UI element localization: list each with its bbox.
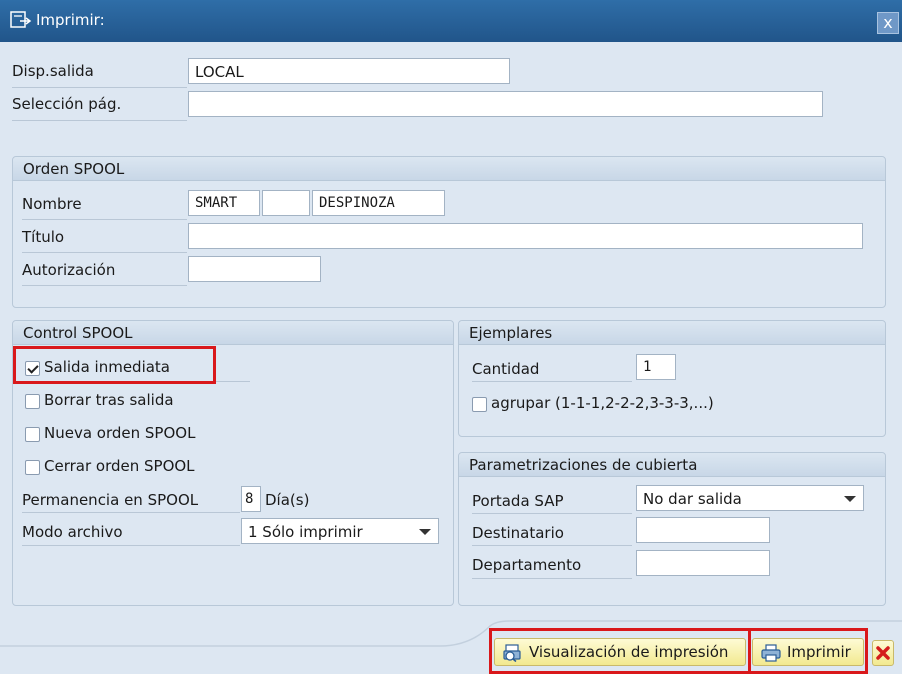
authorization-label: Autorización (22, 261, 116, 279)
output-device-label: Disp.salida (12, 62, 94, 80)
retention-unit-label: Día(s) (265, 491, 310, 509)
label-underline (22, 545, 240, 546)
label-underline (22, 219, 187, 220)
highlight-box-print-preview (489, 628, 751, 674)
quantity-input[interactable]: 1 (636, 354, 676, 380)
close-icon: x (883, 13, 893, 32)
label-underline (472, 545, 632, 546)
new-spool-request-checkbox[interactable] (25, 427, 40, 442)
department-input[interactable] (636, 550, 770, 576)
group-copies-label: agrupar (1-1-1,2-2-2,3-3-3,...) (491, 394, 714, 412)
label-underline (472, 381, 632, 382)
highlight-box-print (748, 628, 868, 674)
archive-mode-value: 1 Sólo imprimir (248, 523, 363, 541)
close-spool-request-label: Cerrar orden SPOOL (44, 457, 195, 475)
label-underline (472, 578, 632, 579)
highlight-box-immediate-output (13, 346, 216, 384)
name-label: Nombre (22, 195, 82, 213)
spool-control-header: Control SPOOL (13, 321, 453, 345)
close-window-button[interactable]: x (877, 12, 899, 34)
label-underline (22, 512, 240, 513)
retention-label: Permanencia en SPOOL (22, 491, 199, 509)
window-title: Imprimir: (36, 11, 105, 29)
print-dialog-icon (10, 11, 32, 28)
recipient-label: Destinatario (472, 524, 564, 542)
cancel-icon (876, 646, 890, 660)
delete-after-output-label: Borrar tras salida (44, 391, 174, 409)
label-underline (12, 120, 187, 121)
delete-after-output-checkbox[interactable] (25, 394, 40, 409)
spool-request-header: Orden SPOOL (13, 157, 885, 181)
retention-days-input[interactable]: 8 (241, 486, 261, 512)
recipient-input[interactable] (636, 517, 770, 543)
close-spool-request-checkbox[interactable] (25, 460, 40, 475)
title-label: Título (22, 228, 65, 246)
group-copies-checkbox[interactable] (472, 397, 487, 412)
cancel-button[interactable] (872, 640, 894, 666)
archive-mode-dropdown[interactable]: 1 Sólo imprimir (241, 518, 439, 544)
page-selection-label: Selección pág. (12, 95, 122, 113)
output-device-input[interactable]: LOCAL (188, 58, 510, 84)
title-bar: Imprimir: x (0, 0, 902, 42)
chevron-down-icon (419, 529, 431, 535)
title-input[interactable] (188, 223, 863, 249)
page-selection-input[interactable] (188, 91, 823, 117)
label-underline (472, 513, 632, 514)
new-spool-request-label: Nueva orden SPOOL (44, 424, 196, 442)
chevron-down-icon (844, 496, 856, 502)
department-label: Departamento (472, 556, 582, 574)
label-underline (12, 87, 187, 88)
name-input-2[interactable] (262, 190, 310, 216)
sap-cover-label: Portada SAP (472, 492, 564, 510)
name-input-1[interactable]: SMART (188, 190, 260, 216)
authorization-input[interactable] (188, 256, 321, 282)
archive-mode-label: Modo archivo (22, 523, 123, 541)
cover-settings-header: Parametrizaciones de cubierta (459, 453, 885, 477)
label-underline (22, 252, 187, 253)
quantity-label: Cantidad (472, 360, 540, 378)
copies-header: Ejemplares (459, 321, 885, 345)
name-input-3[interactable]: DESPINOZA (312, 190, 445, 216)
sap-cover-value: No dar salida (643, 490, 742, 508)
sap-cover-dropdown[interactable]: No dar salida (636, 485, 864, 511)
label-underline (22, 285, 187, 286)
